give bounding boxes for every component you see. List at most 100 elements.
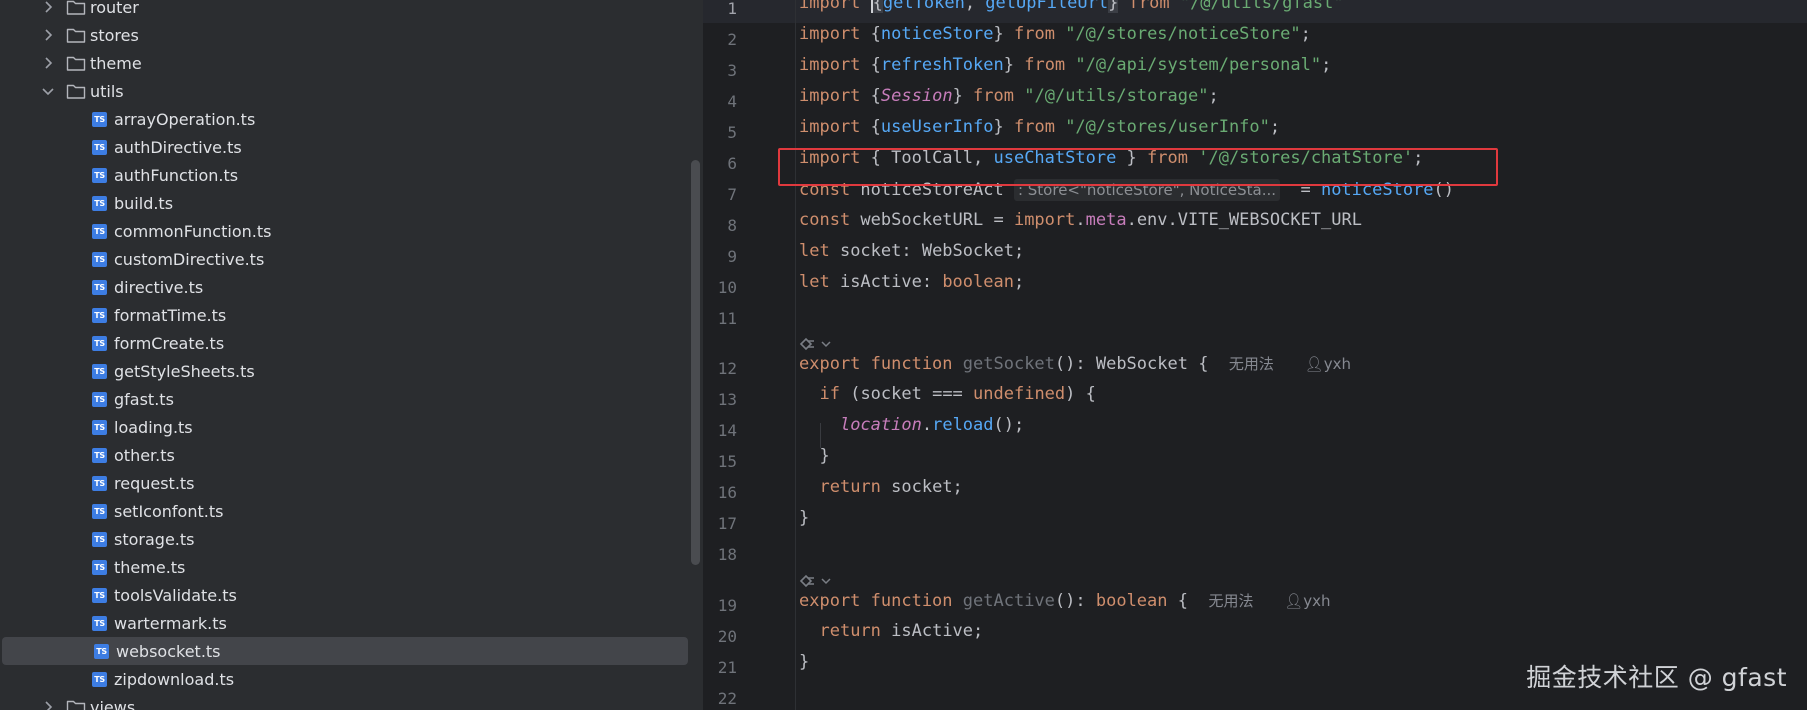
tree-file[interactable]: TS authDirective.ts (0, 133, 688, 161)
code-line-1[interactable]: import {getToken, getUpFileUrl} from "/@… (799, 0, 1344, 24)
line-number[interactable]: 2 (703, 24, 737, 55)
tree-file[interactable]: TS request.ts (0, 469, 688, 497)
code-line-21[interactable]: } (799, 652, 809, 683)
line-number[interactable]: 7 (703, 179, 737, 210)
code-line-2[interactable]: import {noticeStore} from "/@/stores/not… (799, 24, 1311, 55)
tree-scrollbar[interactable] (691, 160, 700, 565)
typescript-file-icon: TS (92, 223, 107, 239)
tree-file[interactable]: TS storage.ts (0, 525, 688, 553)
tree-file[interactable]: TS theme.ts (0, 553, 688, 581)
folder-icon (66, 54, 86, 72)
tree-file[interactable]: TS getStyleSheets.ts (0, 357, 688, 385)
tree-file[interactable]: TS commonFunction.ts (0, 217, 688, 245)
typescript-file-icon: TS (92, 447, 107, 463)
typescript-file-icon: TS (92, 195, 107, 211)
line-number[interactable]: 22 (703, 683, 737, 710)
code-line-9[interactable]: let socket: WebSocket; (799, 241, 1024, 272)
tree-folder[interactable]: theme (0, 49, 688, 77)
code-line-10[interactable]: let isActive: boolean; (799, 272, 1024, 303)
line-number[interactable]: 1 (703, 0, 737, 24)
tree-file[interactable]: TS setIconfont.ts (0, 497, 688, 525)
tree-item-label: authDirective.ts (114, 137, 242, 157)
line-number[interactable]: 6 (703, 148, 737, 179)
code-line-16[interactable]: return socket; (799, 477, 962, 508)
tree-file[interactable]: TS build.ts (0, 189, 688, 217)
line-number[interactable]: 9 (703, 241, 737, 272)
code-line-12[interactable]: export function getSocket(): WebSocket {… (799, 353, 1351, 384)
code-line-17[interactable]: } (799, 508, 809, 539)
tree-file[interactable]: TS websocket.ts (2, 637, 688, 665)
tree-file[interactable]: TS loading.ts (0, 413, 688, 441)
line-number[interactable]: 18 (703, 539, 737, 570)
tree-file[interactable]: TS gfast.ts (0, 385, 688, 413)
tree-file[interactable]: TS formCreate.ts (0, 329, 688, 357)
typescript-file-icon: TS (92, 531, 107, 547)
line-number[interactable]: 12 (703, 353, 737, 384)
tree-file[interactable]: TS authFunction.ts (0, 161, 688, 189)
tree-item-label: commonFunction.ts (114, 221, 272, 241)
line-number[interactable]: 13 (703, 384, 737, 415)
tree-file[interactable]: TS zipdownload.ts (0, 665, 688, 693)
typescript-file-icon: TS (92, 559, 107, 575)
code-line-20[interactable]: return isActive; (799, 621, 983, 652)
line-number[interactable]: 11 (703, 303, 737, 334)
tree-folder[interactable]: router (0, 0, 688, 21)
tree-item-label: wartermark.ts (114, 613, 227, 633)
author-icon: 👤︎ (1284, 592, 1304, 610)
chevron-right-icon[interactable] (40, 55, 56, 71)
code-line-5[interactable]: import {useUserInfo} from "/@/stores/use… (799, 117, 1280, 148)
line-number[interactable]: 17 (703, 508, 737, 539)
usage-label[interactable]: 无用法 (1208, 592, 1253, 610)
chevron-right-icon[interactable] (40, 27, 56, 43)
tree-folder[interactable]: utils (0, 77, 688, 105)
line-number[interactable]: 4 (703, 86, 737, 117)
tree-file[interactable]: TS wartermark.ts (0, 609, 688, 637)
line-number[interactable]: 16 (703, 477, 737, 508)
line-number[interactable]: 21 (703, 652, 737, 683)
line-number[interactable]: 15 (703, 446, 737, 477)
code-line-4[interactable]: import {Session} from "/@/utils/storage"… (799, 86, 1219, 117)
tree-item-label: setIconfont.ts (114, 501, 224, 521)
usage-label[interactable]: 无用法 (1229, 355, 1274, 373)
typescript-file-icon: TS (92, 111, 107, 127)
code-line-15[interactable]: } (799, 446, 829, 477)
tree-folder[interactable]: views (0, 693, 688, 710)
chevron-right-icon[interactable] (40, 0, 56, 15)
code-editor[interactable]: 1 2 3 4 5 6 7 8 9 10 11 12 13 14 15 16 17 18 19 20 21 22 impo… (703, 0, 1807, 710)
tree-folder[interactable]: stores (0, 21, 688, 49)
author-label[interactable]: yxh (1324, 355, 1351, 373)
tree-item-label: storage.ts (114, 529, 195, 549)
line-number[interactable]: 19 (703, 590, 737, 621)
line-number[interactable]: 14 (703, 415, 737, 446)
tree-file[interactable]: TS formatTime.ts (0, 301, 688, 329)
typescript-file-icon: TS (92, 391, 107, 407)
code-line-19[interactable]: export function getActive(): boolean { 无… (799, 590, 1331, 621)
line-number[interactable]: 8 (703, 210, 737, 241)
line-number[interactable]: 20 (703, 621, 737, 652)
code-line-14[interactable]: location.reload(); (799, 415, 1024, 446)
tree-item-label: websocket.ts (116, 641, 221, 661)
chevron-right-icon[interactable] (40, 699, 56, 710)
tree-file[interactable]: TS toolsValidate.ts (0, 581, 688, 609)
typescript-file-icon: TS (92, 503, 107, 519)
tree-file[interactable]: TS directive.ts (0, 273, 688, 301)
tree-item-label: arrayOperation.ts (114, 109, 256, 129)
tree-file[interactable]: TS arrayOperation.ts (0, 105, 688, 133)
code-line-3[interactable]: import {refreshToken} from "/@/api/syste… (799, 55, 1331, 86)
line-number[interactable]: 10 (703, 272, 737, 303)
gutter-separator (795, 0, 796, 710)
code-line-13[interactable]: if (socket === undefined) { (799, 384, 1095, 415)
tree-item-label: getStyleSheets.ts (114, 361, 255, 381)
tree-file[interactable]: TS other.ts (0, 441, 688, 469)
typescript-file-icon: TS (92, 335, 107, 351)
typescript-file-icon: TS (94, 643, 109, 659)
chevron-down-icon[interactable] (40, 83, 56, 99)
tree-file[interactable]: TS customDirective.ts (0, 245, 688, 273)
author-label[interactable]: yxh (1303, 592, 1330, 610)
typescript-file-icon: TS (92, 363, 107, 379)
code-line-8[interactable]: const webSocketURL = import.meta.env.VIT… (799, 210, 1362, 241)
line-number[interactable]: 3 (703, 55, 737, 86)
line-number[interactable]: 5 (703, 117, 737, 148)
typescript-file-icon: TS (92, 615, 107, 631)
folder-icon (66, 0, 86, 16)
